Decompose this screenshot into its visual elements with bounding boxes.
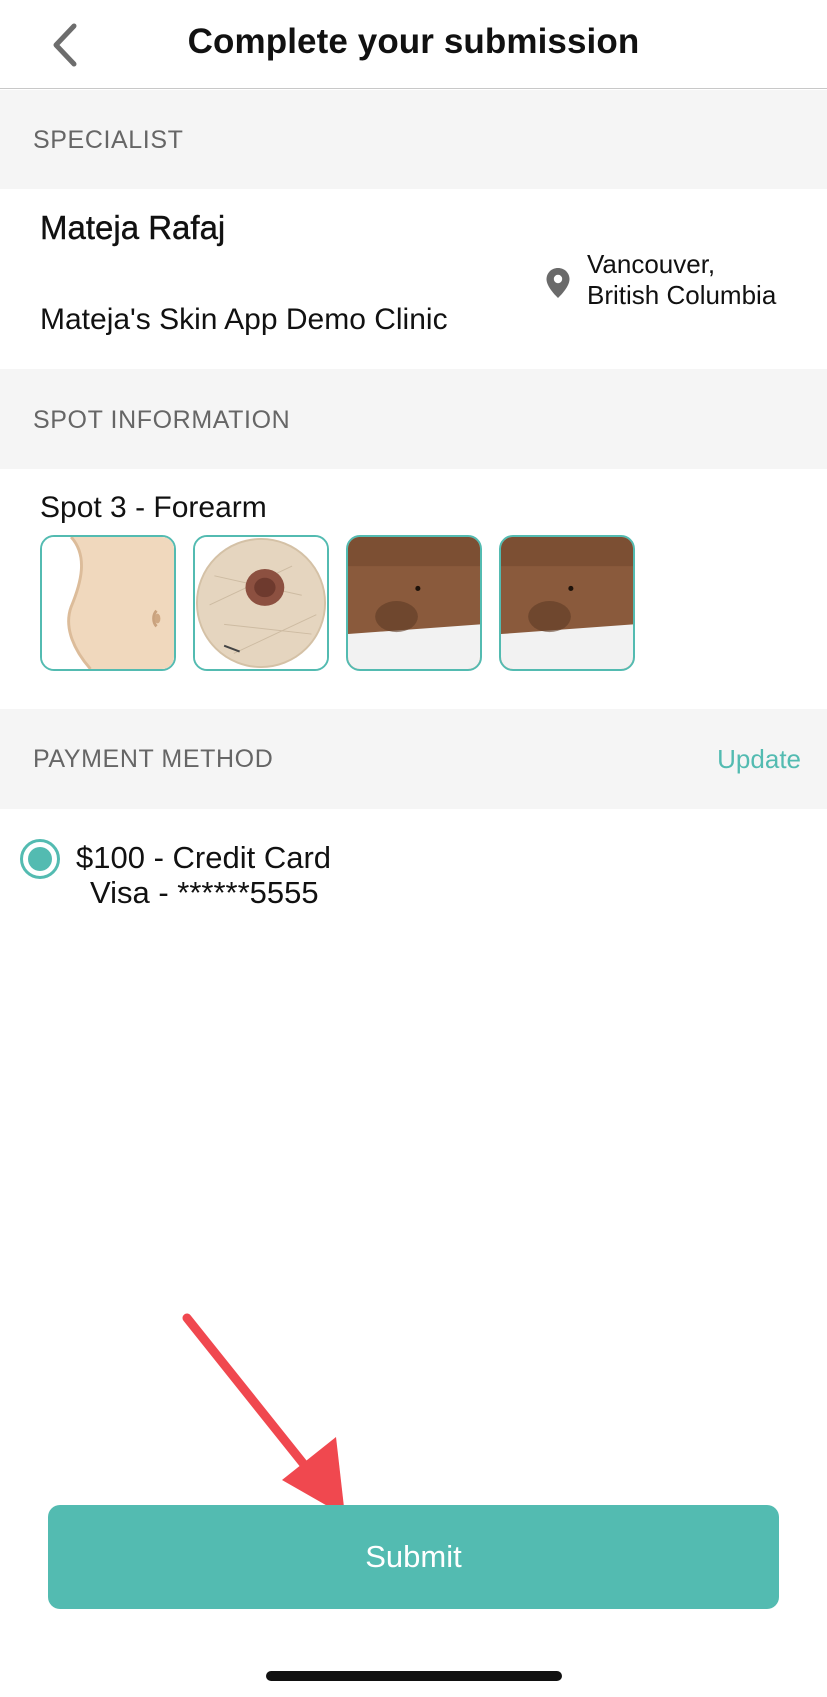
specialist-name: Mateja Rafaj (40, 209, 226, 246)
spot-title: Spot 3 - Forearm (40, 491, 267, 524)
specialist-location: Vancouver, British Columbia (587, 249, 776, 311)
radio-selected-dot (28, 847, 52, 871)
spot-image-body-map[interactable] (40, 535, 176, 671)
nav-header: Complete your submission (0, 0, 827, 89)
section-header-spot-information: SPOT INFORMATION (0, 369, 827, 469)
map-pin-icon (546, 268, 570, 298)
submit-button[interactable]: Submit (48, 1505, 779, 1609)
home-indicator[interactable] (266, 1671, 562, 1681)
location-city: Vancouver, (587, 249, 716, 279)
update-payment-link[interactable]: Update (717, 744, 801, 775)
payment-option[interactable]: $100 - Credit Card Visa - ******5555 (0, 809, 827, 919)
spot-image-forearm-1[interactable] (346, 535, 482, 671)
location-province: British Columbia (587, 280, 777, 310)
payment-amount-method: $100 - Credit Card (76, 840, 332, 875)
spot-image-dermoscopy[interactable] (193, 535, 329, 671)
spot-card: Spot 3 - Forearm (0, 469, 827, 709)
section-label-payment-method: PAYMENT METHOD (33, 745, 274, 773)
clinic-name: Mateja's Skin App Demo Clinic (40, 303, 448, 336)
page-title: Complete your submission (187, 22, 640, 61)
section-header-specialist: SPECIALIST (0, 90, 827, 189)
section-label-specialist: SPECIALIST (33, 126, 184, 154)
spot-image-forearm-2[interactable] (499, 535, 635, 671)
section-header-payment-method: PAYMENT METHOD Update (0, 709, 827, 809)
section-label-spot-information: SPOT INFORMATION (33, 406, 291, 434)
specialist-card: Mateja Rafaj Mateja's Skin App Demo Clin… (0, 189, 827, 369)
payment-radio-button[interactable] (20, 839, 60, 879)
payment-card-number: Visa - ******5555 (90, 875, 319, 910)
